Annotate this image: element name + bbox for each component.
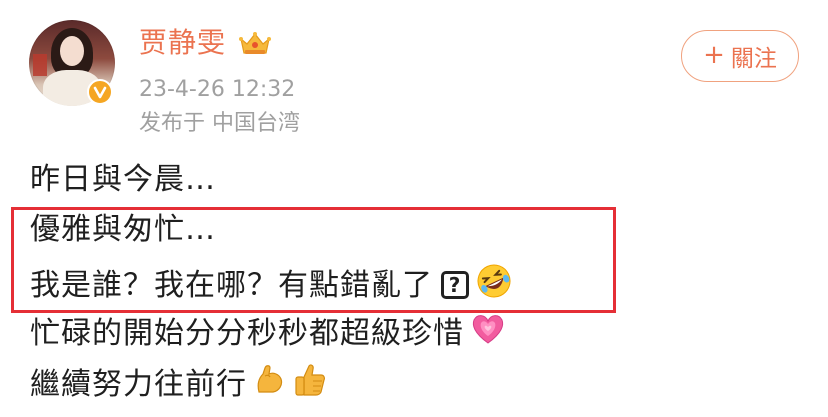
content-text: 繼續努力往前行 [30,367,247,402]
avatar-face [60,36,84,66]
follow-button-label: 關注 [730,46,777,72]
post-timestamp: 23-4-26 12:32 [139,77,296,102]
post-source-location: 发布于 中国台湾 [139,111,300,136]
follow-button[interactable]: + 關注 [681,30,799,82]
content-text: 昨日與今晨… [30,162,216,197]
highlight-annotation-box [11,207,616,313]
post-content-line-4: 忙碌的開始分分秒秒都超級珍惜 [30,312,506,357]
weibo-post-card: 贾静雯 23-4-26 12:32 发布于 中国台湾 + 關注 昨日與今晨… 優… [0,0,828,417]
username[interactable]: 贾静雯 [139,26,226,60]
plus-icon: + [703,40,725,70]
muscle-emoji-icon [253,362,287,409]
thumbs-up-emoji-icon [293,362,327,409]
avatar-background-sign [33,54,47,76]
heart-emoji-icon [470,312,506,357]
crown-icon[interactable] [238,31,272,57]
verified-icon [87,79,113,105]
post-content-line-1: 昨日與今晨… [30,160,216,200]
post-content-line-5: 繼續努力往前行 [30,362,327,409]
content-text: 忙碌的開始分分秒秒都超級珍惜 [30,316,464,351]
